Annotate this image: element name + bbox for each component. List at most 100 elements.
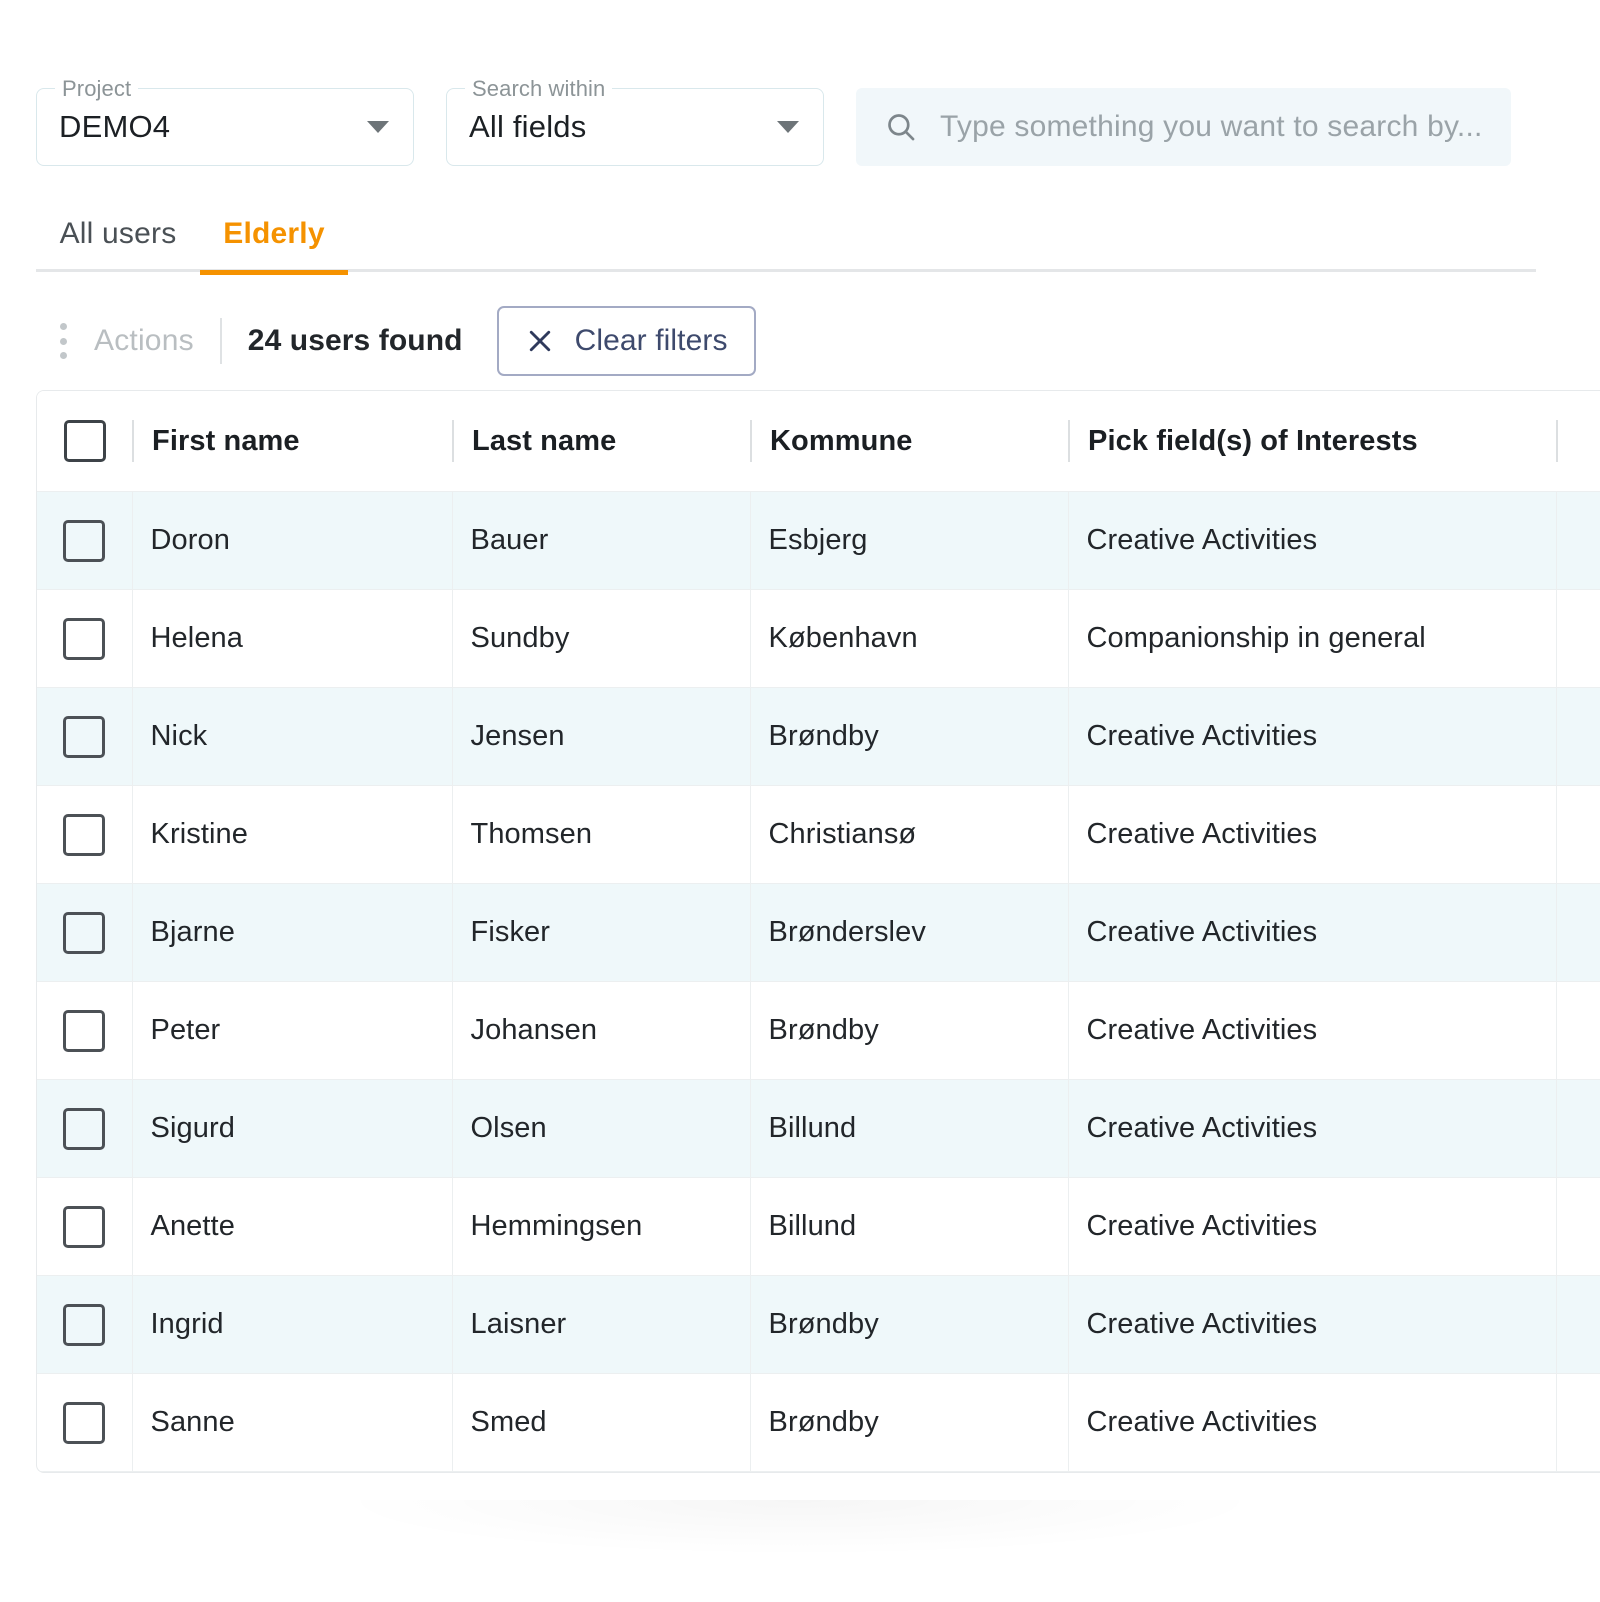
cell-overflow (1556, 687, 1600, 786)
row-select-cell (37, 1079, 133, 1178)
row-select-cell (37, 491, 133, 590)
row-select-cell (37, 981, 133, 1080)
row-select-checkbox[interactable] (63, 1303, 106, 1346)
row-select-cell (37, 1177, 133, 1276)
search-within-select-label: Search within (465, 77, 613, 101)
cell-kommune: Brøndby (750, 1373, 1069, 1472)
cell-kommune: Esbjerg (750, 491, 1069, 590)
cell-interests: Creative Activities (1068, 785, 1557, 884)
cell-last-name: Thomsen (452, 785, 751, 884)
cell-interests: Creative Activities (1068, 1275, 1557, 1374)
table-row[interactable]: Kristine Thomsen Christiansø Creative Activ… (37, 785, 1600, 884)
cell-first-name: Peter (132, 981, 453, 1080)
row-select-cell (37, 1275, 133, 1374)
cell-overflow (1556, 981, 1600, 1080)
page-shadow (330, 1500, 1270, 1556)
row-select-cell (37, 1373, 133, 1472)
table-row[interactable]: Sanne Smed Brøndby Creative Activities (37, 1373, 1600, 1472)
search-icon (884, 110, 918, 144)
project-select-value: DEMO4 (59, 109, 171, 144)
cell-first-name: Anette (132, 1177, 453, 1276)
table-toolbar: Actions 24 users found Clear filters (52, 306, 756, 376)
row-select-checkbox[interactable] (63, 1009, 106, 1052)
table-row[interactable]: Ingrid Laisner Brøndby Creative Activities (37, 1275, 1600, 1374)
column-header-last-name[interactable]: Last name (452, 391, 750, 492)
clear-filters-button[interactable]: Clear filters (496, 306, 756, 376)
cell-kommune: Billund (750, 1177, 1069, 1276)
column-header-interests-label: Pick field(s) of Interests (1088, 424, 1418, 457)
cell-kommune: Brøndby (750, 1275, 1069, 1374)
project-select-label: Project (55, 77, 139, 101)
row-select-checkbox[interactable] (63, 813, 106, 856)
table-row[interactable]: Helena Sundby København Companionship in ge… (37, 589, 1600, 688)
column-header-last-name-label: Last name (472, 424, 617, 457)
table-row[interactable]: Doron Bauer Esbjerg Creative Activities (37, 491, 1600, 590)
table-row[interactable]: Sigurd Olsen Billund Creative Activities (37, 1079, 1600, 1178)
row-select-checkbox[interactable] (63, 1107, 106, 1150)
cell-kommune: København (750, 589, 1069, 688)
cell-last-name: Bauer (452, 491, 751, 590)
table-row[interactable]: Bjarne Fisker Brønderslev Creative Activiti… (37, 883, 1600, 982)
cell-last-name: Sundby (452, 589, 751, 688)
cell-interests: Creative Activities (1068, 491, 1557, 590)
search-within-select-value: All fields (469, 109, 587, 144)
row-select-checkbox[interactable] (63, 519, 106, 562)
search-within-select[interactable]: Search within All fields (446, 77, 824, 166)
more-options-icon[interactable] (52, 319, 74, 363)
cell-last-name: Olsen (452, 1079, 751, 1178)
cell-kommune: Billund (750, 1079, 1069, 1178)
column-header-interests[interactable]: Pick field(s) of Interests (1068, 391, 1556, 492)
cell-last-name: Fisker (452, 883, 751, 982)
cell-first-name: Bjarne (132, 883, 453, 982)
table-row[interactable]: Peter Johansen Brøndby Creative Activities (37, 981, 1600, 1080)
table-header-row: First name Last name Kommune Pick field(… (37, 391, 1600, 492)
cell-interests: Creative Activities (1068, 981, 1557, 1080)
cell-interests: Creative Activities (1068, 1177, 1557, 1276)
cell-last-name: Smed (452, 1373, 751, 1472)
cell-overflow (1556, 785, 1600, 884)
cell-kommune: Brøndby (750, 981, 1069, 1080)
table-header: First name Last name Kommune Pick field(… (37, 391, 1600, 492)
row-select-cell (37, 589, 133, 688)
search-input-placeholder: Type something you want to search by... (940, 110, 1483, 143)
column-header-kommune[interactable]: Kommune (750, 391, 1068, 492)
cell-overflow (1556, 491, 1600, 590)
search-input[interactable]: Type something you want to search by... (856, 88, 1511, 166)
row-select-cell (37, 785, 133, 884)
tab-all-users[interactable]: All users (36, 196, 200, 272)
row-select-checkbox[interactable] (63, 617, 106, 660)
actions-menu-button[interactable]: Actions (94, 324, 194, 358)
column-header-next[interactable] (1556, 391, 1600, 492)
cell-interests: Creative Activities (1068, 1079, 1557, 1178)
results-count: 24 users found (247, 324, 463, 357)
tab-all-users-label: All users (59, 217, 177, 250)
project-select[interactable]: Project DEMO4 (36, 77, 414, 166)
tab-elderly[interactable]: Elderly (200, 196, 348, 275)
cell-overflow (1556, 1079, 1600, 1178)
cell-last-name: Johansen (452, 981, 751, 1080)
select-all-checkbox[interactable] (63, 420, 106, 462)
cell-overflow (1556, 1177, 1600, 1276)
cell-interests: Creative Activities (1068, 687, 1557, 786)
table-row[interactable]: Nick Jensen Brøndby Creative Activities (37, 687, 1600, 786)
table-row[interactable]: Anette Hemmingsen Billund Creative Activiti… (37, 1177, 1600, 1276)
cell-first-name: Doron (132, 491, 453, 590)
toolbar-divider (219, 318, 222, 364)
row-select-checkbox[interactable] (63, 911, 106, 954)
column-header-first-name[interactable]: First name (132, 391, 452, 492)
column-header-first-name-label: First name (152, 424, 300, 457)
cell-overflow (1556, 1275, 1600, 1374)
row-select-checkbox[interactable] (63, 1205, 106, 1248)
table-body: Doron Bauer Esbjerg Creative Activities Hele… (37, 491, 1600, 1472)
row-select-checkbox[interactable] (63, 715, 106, 758)
close-icon (525, 326, 555, 356)
row-select-checkbox[interactable] (63, 1401, 106, 1444)
cell-first-name: Sanne (132, 1373, 453, 1472)
row-select-cell (37, 883, 133, 982)
cell-kommune: Brøndby (750, 687, 1069, 786)
cell-first-name: Kristine (132, 785, 453, 884)
column-header-kommune-label: Kommune (770, 424, 913, 457)
chevron-down-icon (777, 121, 799, 133)
cell-last-name: Hemmingsen (452, 1177, 751, 1276)
cell-interests: Companionship in general (1068, 589, 1557, 688)
